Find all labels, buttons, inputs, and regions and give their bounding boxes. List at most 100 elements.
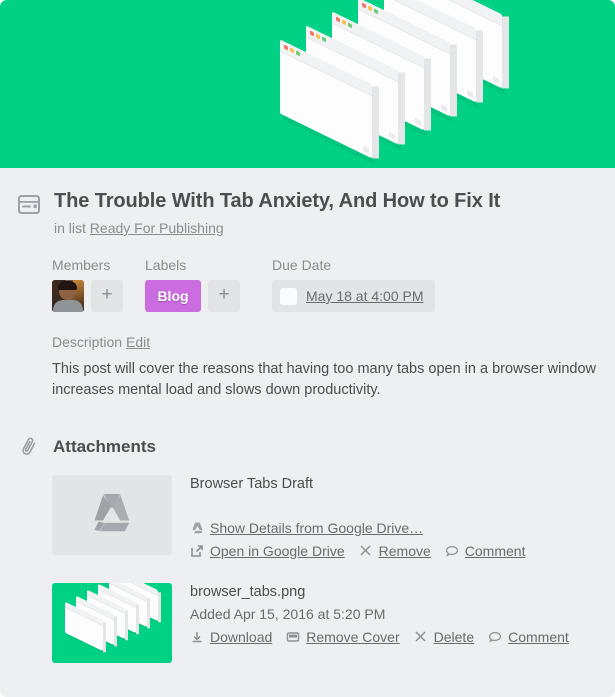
attachment-row: browser_tabs.png Added Apr 15, 2016 at 5… <box>0 561 615 663</box>
google-drive-icon <box>190 521 205 536</box>
card-title-row: The Trouble With Tab Anxiety, And How to… <box>0 168 615 237</box>
window-foot <box>415 118 421 126</box>
card-detail-window: The Trouble With Tab Anxiety, And How to… <box>0 0 615 697</box>
attachment-info: Browser Tabs Draft Show Details from Goo… <box>190 475 599 561</box>
attachments-title: Attachments <box>53 437 156 456</box>
remove-attachment-label[interactable]: Remove <box>379 541 431 561</box>
page-title[interactable]: The Trouble With Tab Anxiety, And How to… <box>54 188 599 214</box>
speech-bubble-icon <box>445 544 460 559</box>
add-label-button[interactable]: + <box>208 280 240 312</box>
window-close-dot <box>362 2 366 9</box>
window-close-dot <box>336 16 340 23</box>
paperclip-icon <box>17 435 41 459</box>
attachment-thumbnail-png[interactable] <box>52 583 172 663</box>
attachment-added-date: Added Apr 15, 2016 at 5:20 PM <box>190 606 386 622</box>
window-close-dot <box>284 44 288 51</box>
thumb-spine <box>125 610 128 641</box>
attachment-actions-secondary: Open in Google Drive Remove Comment <box>190 541 599 561</box>
attachment-name[interactable]: Browser Tabs Draft <box>190 475 599 494</box>
window-foot <box>363 146 369 154</box>
description-header: Description Edit <box>52 334 597 350</box>
window-spine <box>502 16 509 89</box>
due-date-group: Due Date May 18 at 4:00 PM <box>272 257 435 312</box>
description-label: Description <box>52 334 123 350</box>
comment-attachment-action[interactable]: Comment <box>445 541 526 561</box>
window-minimize-dot <box>316 33 320 40</box>
member-avatar[interactable] <box>52 280 84 312</box>
avatar-hair <box>58 281 77 290</box>
remove-attachment-action[interactable]: Remove <box>359 541 431 561</box>
thumb-spine <box>147 598 150 629</box>
attachment-row: Browser Tabs Draft Show Details from Goo… <box>0 459 615 561</box>
window-foot <box>467 90 473 98</box>
show-details-drive-label[interactable]: Show Details from Google Drive… <box>210 518 423 538</box>
thumb-spine <box>158 592 161 623</box>
card-cover[interactable] <box>0 0 615 168</box>
window-zoom-dot <box>322 36 326 43</box>
window-spine <box>424 58 431 131</box>
window-spine <box>476 30 483 103</box>
external-link-icon <box>190 544 205 559</box>
google-drive-icon <box>86 490 138 541</box>
window-zoom-dot <box>374 8 378 15</box>
show-details-drive-action[interactable]: Show Details from Google Drive… <box>190 518 423 538</box>
window-foot <box>493 76 499 84</box>
window-minimize-dot <box>342 19 346 26</box>
due-date-checkbox[interactable] <box>280 287 297 305</box>
due-date-label: Due Date <box>272 257 332 273</box>
browser-tabs-thumbnail <box>60 583 166 657</box>
attachment-thumbnail-drive[interactable] <box>52 475 172 555</box>
due-date-badge[interactable]: May 18 at 4:00 PM <box>272 280 435 312</box>
window-foot <box>441 104 447 112</box>
attachment-actions-secondary: Download Remove Cover Delete Comment <box>190 627 599 647</box>
attachment-name[interactable]: browser_tabs.png <box>190 583 599 602</box>
due-date-value[interactable]: May 18 at 4:00 PM <box>306 288 424 304</box>
window-zoom-dot <box>296 50 300 57</box>
window-zoom-dot <box>348 22 352 29</box>
cover-rect-icon <box>286 630 301 645</box>
speech-bubble-icon <box>488 630 503 645</box>
in-list-line: in list Ready For Publishing <box>54 219 599 237</box>
open-in-drive-label[interactable]: Open in Google Drive <box>210 541 345 561</box>
members-group: Members + <box>52 257 123 312</box>
avatar-torso <box>53 300 83 312</box>
description-text[interactable]: This post will cover the reasons that ha… <box>52 359 597 401</box>
stacked-browser-windows-illustration <box>262 0 522 164</box>
card-meta-row: Members + Labels Blog + Due Date May 18 … <box>0 237 615 312</box>
labels-chips: Blog + <box>145 280 240 312</box>
remove-cover-action[interactable]: Remove Cover <box>286 627 400 647</box>
members-label: Members <box>52 257 111 273</box>
members-chips: + <box>52 280 123 312</box>
open-in-drive-action[interactable]: Open in Google Drive <box>190 541 345 561</box>
download-attachment-action[interactable]: Download <box>190 627 272 647</box>
description-edit-link[interactable]: Edit <box>126 334 150 350</box>
thumb-spine <box>103 622 106 653</box>
window-minimize-dot <box>368 5 372 12</box>
label-chip-blog[interactable]: Blog <box>145 280 201 312</box>
comment-attachment-label[interactable]: Comment <box>508 627 569 647</box>
window-minimize-dot <box>290 47 294 54</box>
list-name-link[interactable]: Ready For Publishing <box>90 220 224 236</box>
comment-attachment-label[interactable]: Comment <box>465 541 526 561</box>
delete-attachment-label[interactable]: Delete <box>434 627 474 647</box>
title-block: The Trouble With Tab Anxiety, And How to… <box>54 188 599 237</box>
download-attachment-label[interactable]: Download <box>210 627 272 647</box>
window-spine <box>398 72 405 145</box>
remove-cover-label[interactable]: Remove Cover <box>306 627 399 647</box>
thumb-spine <box>114 616 117 647</box>
attachment-info: browser_tabs.png Added Apr 15, 2016 at 5… <box>190 583 599 663</box>
labels-label: Labels <box>145 257 187 273</box>
delete-attachment-action[interactable]: Delete <box>414 627 474 647</box>
window-close-dot <box>310 30 314 37</box>
thumb-spine <box>136 604 139 635</box>
close-x-icon <box>359 544 374 559</box>
download-icon <box>190 630 205 645</box>
window-spine <box>450 44 457 117</box>
window-spine <box>372 86 379 159</box>
add-member-button[interactable]: + <box>91 280 123 312</box>
comment-attachment-action[interactable]: Comment <box>488 627 569 647</box>
card-window-icon <box>18 195 40 214</box>
window-foot <box>389 132 395 140</box>
close-x-icon <box>414 630 429 645</box>
attachments-header: Attachments <box>0 401 615 459</box>
